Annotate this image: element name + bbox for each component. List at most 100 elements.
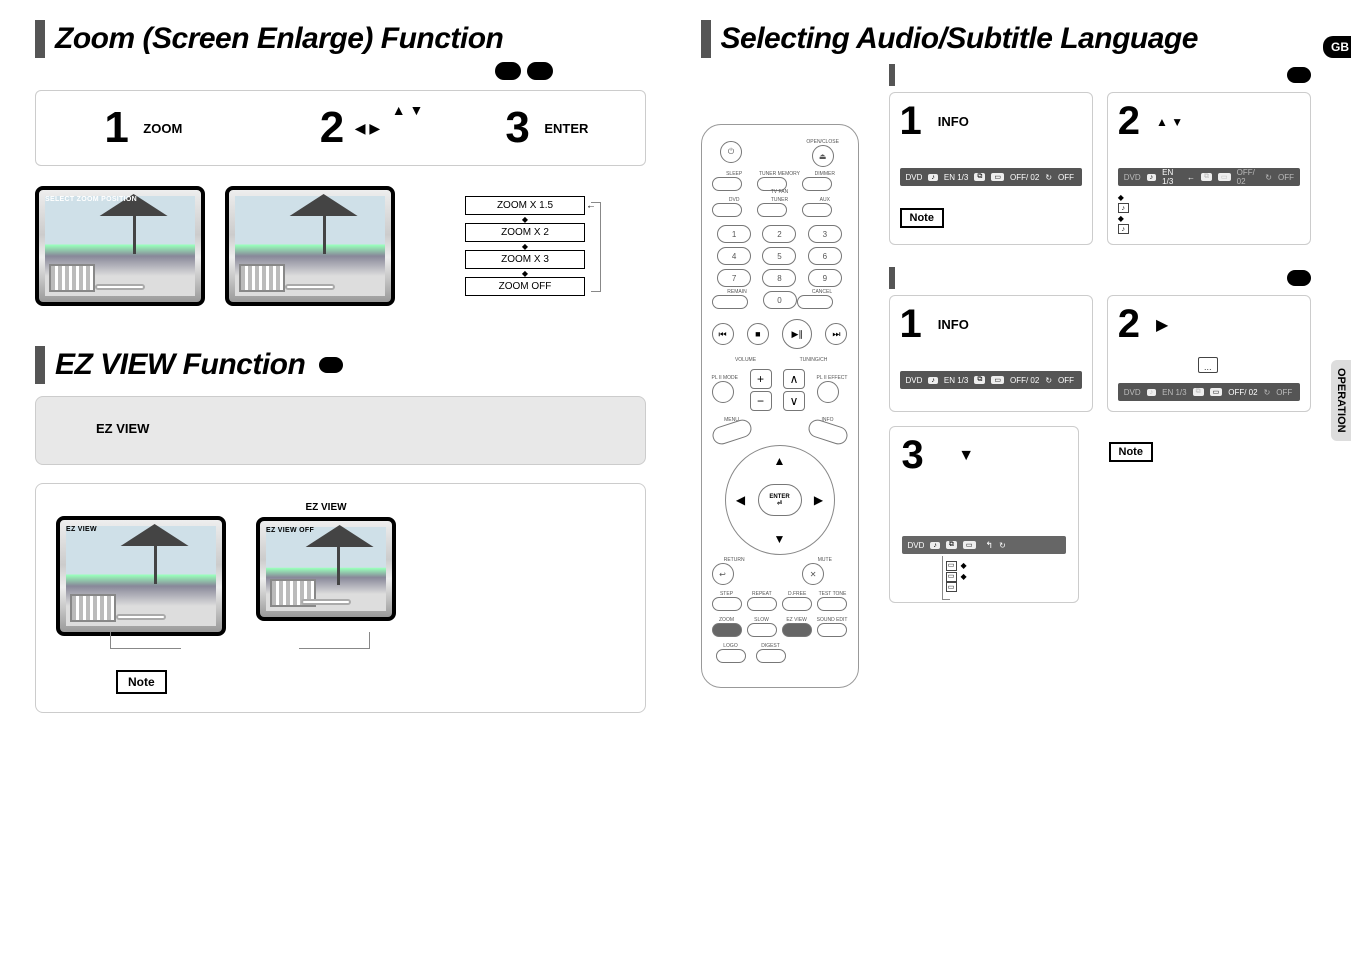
sleep-button[interactable]	[712, 177, 742, 191]
step-number: 1	[900, 99, 922, 144]
audio-subsection: 1 INFO DVD ♪ EN 1/3 ⧉ ▭ OFF/ 02 ↻	[889, 64, 1312, 245]
nav-pad: ▲ ▼ ◀ ▶ ENTER⏎	[725, 445, 835, 555]
nav-right-button[interactable]: ▶	[808, 489, 830, 511]
ezview-section-heading: EZ VIEW Function	[35, 346, 646, 384]
dimmer-button[interactable]	[802, 177, 832, 191]
arrows-vertical-icon: ▲ ▼	[1156, 115, 1183, 129]
mute-button[interactable]: ✕	[802, 563, 824, 585]
tuning-down-button[interactable]: ∨	[783, 391, 805, 411]
num-7-button[interactable]: 7	[717, 269, 751, 287]
plii-effect-button[interactable]	[817, 381, 839, 403]
logo-button[interactable]	[716, 649, 746, 663]
slow-button[interactable]	[747, 623, 777, 637]
test-tone-button[interactable]	[817, 597, 847, 611]
num-2-button[interactable]: 2	[762, 225, 796, 243]
prev-button[interactable]: ⏮	[712, 323, 734, 345]
tuning-up-button[interactable]: ∧	[783, 369, 805, 389]
remain-button[interactable]	[712, 295, 748, 309]
arrow-right-icon: ▶	[1156, 315, 1168, 335]
repeat-icon: ↻	[1045, 376, 1052, 385]
stop-button[interactable]: ■	[747, 323, 769, 345]
num-1-button[interactable]: 1	[717, 225, 751, 243]
num-4-button[interactable]: 4	[717, 247, 751, 265]
disc-icon	[495, 62, 521, 80]
zoom-level-3: ZOOM X 3	[465, 250, 585, 269]
tv-screenshot-ezview: EZ VIEW	[56, 516, 226, 636]
dvd-button[interactable]	[712, 203, 742, 217]
enter-button[interactable]: ENTER⏎	[758, 484, 802, 516]
repeat-icon: ↻	[1264, 388, 1271, 397]
volume-up-button[interactable]: +	[750, 369, 772, 389]
tuner-button[interactable]	[757, 203, 787, 217]
zoom-level-1-5: ZOOM X 1.5←	[465, 196, 585, 215]
repeat-icon: ↻	[1265, 173, 1272, 182]
audio-icon: ♪	[1147, 174, 1157, 181]
language-badge: GB	[1323, 36, 1351, 58]
nav-down-button[interactable]: ▼	[769, 528, 791, 550]
rc-label: TEST TONE	[817, 591, 847, 597]
disc-icon	[527, 62, 553, 80]
subtitle-icon: ▭	[1210, 388, 1223, 396]
num-5-button[interactable]: 5	[762, 247, 796, 265]
subtitle-options-list: ▭◆ ▭◆ ▭	[946, 560, 1066, 592]
nav-up-button[interactable]: ▲	[769, 450, 791, 472]
angle-icon: ⧉	[1201, 173, 1212, 181]
open-close-button[interactable]: ⏏	[812, 145, 834, 167]
num-9-button[interactable]: 9	[808, 269, 842, 287]
aux-button[interactable]	[802, 203, 832, 217]
audio-icon: ♪	[928, 174, 938, 181]
num-0-button[interactable]: 0	[763, 291, 797, 309]
tv-caption: EZ VIEW	[66, 526, 97, 533]
cancel-button[interactable]	[797, 295, 833, 309]
step-button[interactable]	[712, 597, 742, 611]
rc-label: RETURN	[712, 557, 757, 563]
note-box: Note	[116, 670, 167, 694]
nav-left-button[interactable]: ◀	[730, 489, 752, 511]
subtitle-subsection: 1 INFO DVD ♪ EN 1/3 ⧉ ▭ OFF/ 02 ↻	[889, 267, 1312, 603]
side-tab-operation: OPERATION	[1331, 360, 1351, 441]
tv-caption: SELECT ZOOM POSITION	[45, 196, 137, 203]
step-label-enter: ENTER	[544, 121, 588, 136]
loop-connector	[942, 556, 950, 600]
zoom-step-1: 1 ZOOM	[46, 103, 241, 153]
power-button[interactable]: ⏻	[720, 141, 742, 163]
rc-label: EZ VIEW	[782, 617, 812, 623]
ezview-block-main: EZ VIEW	[35, 396, 646, 465]
ezview-button[interactable]	[782, 623, 812, 637]
audio-step-2: 2 ▲ ▼ DVD ♪ EN 1/3 ← ⧉ ▭ OFF/ 02	[1107, 92, 1311, 245]
ezview-block-thumbs: EZ VIEW EZ VIEW EZ VIEW OFF Note	[35, 483, 646, 713]
zoom-level-2: ZOOM X 2	[465, 223, 585, 242]
repeat-button[interactable]	[747, 597, 777, 611]
step-number: 2	[1118, 99, 1140, 144]
audio-section-heading: Selecting Audio/Subtitle Language	[701, 20, 1312, 58]
subtitle-step-2: 2 ▶ … DVD ♪ EN 1/3 ⧉ ▭	[1107, 295, 1311, 412]
subtitle-icon: ▭	[991, 173, 1004, 181]
step-number: 1	[104, 103, 128, 153]
zoom-section-heading: Zoom (Screen Enlarge) Function	[35, 20, 646, 58]
rc-label: MUTE	[802, 557, 847, 563]
play-pause-button[interactable]: ▶∥	[782, 319, 812, 349]
rc-label: PL II MODE	[712, 375, 739, 381]
angle-icon: ⧉	[1193, 388, 1204, 396]
num-3-button[interactable]: 3	[808, 225, 842, 243]
plii-mode-button[interactable]	[712, 381, 734, 403]
volume-down-button[interactable]: −	[750, 391, 772, 411]
subsection-tick	[889, 267, 895, 289]
digest-button[interactable]	[756, 649, 786, 663]
next-button[interactable]: ⏭	[825, 323, 847, 345]
rc-label: SLOW	[747, 617, 777, 623]
arrows-horizontal-icon: ◀ ▶	[355, 120, 380, 137]
num-6-button[interactable]: 6	[808, 247, 842, 265]
osd-bar: DVD ♪ EN 1/3 ← ⧉ ▭ OFF/ 02 ↻ OFF	[1118, 168, 1300, 186]
angle-icon: ⧉	[974, 376, 985, 384]
dfree-button[interactable]	[782, 597, 812, 611]
zoom-step-2: 2 ◀ ▶ ▲ ▼	[253, 103, 448, 153]
note-box: Note	[900, 208, 944, 228]
subtitle-step-3: 3 ▼ DVD ♪ ⧉ ▭ ↰ ↻	[889, 426, 1079, 603]
disc-icons-zoom	[495, 62, 646, 80]
num-8-button[interactable]: 8	[762, 269, 796, 287]
sound-edit-button[interactable]	[817, 623, 847, 637]
repeat-icon: ↻	[1045, 173, 1052, 182]
return-button[interactable]: ↩	[712, 563, 734, 585]
zoom-button[interactable]	[712, 623, 742, 637]
